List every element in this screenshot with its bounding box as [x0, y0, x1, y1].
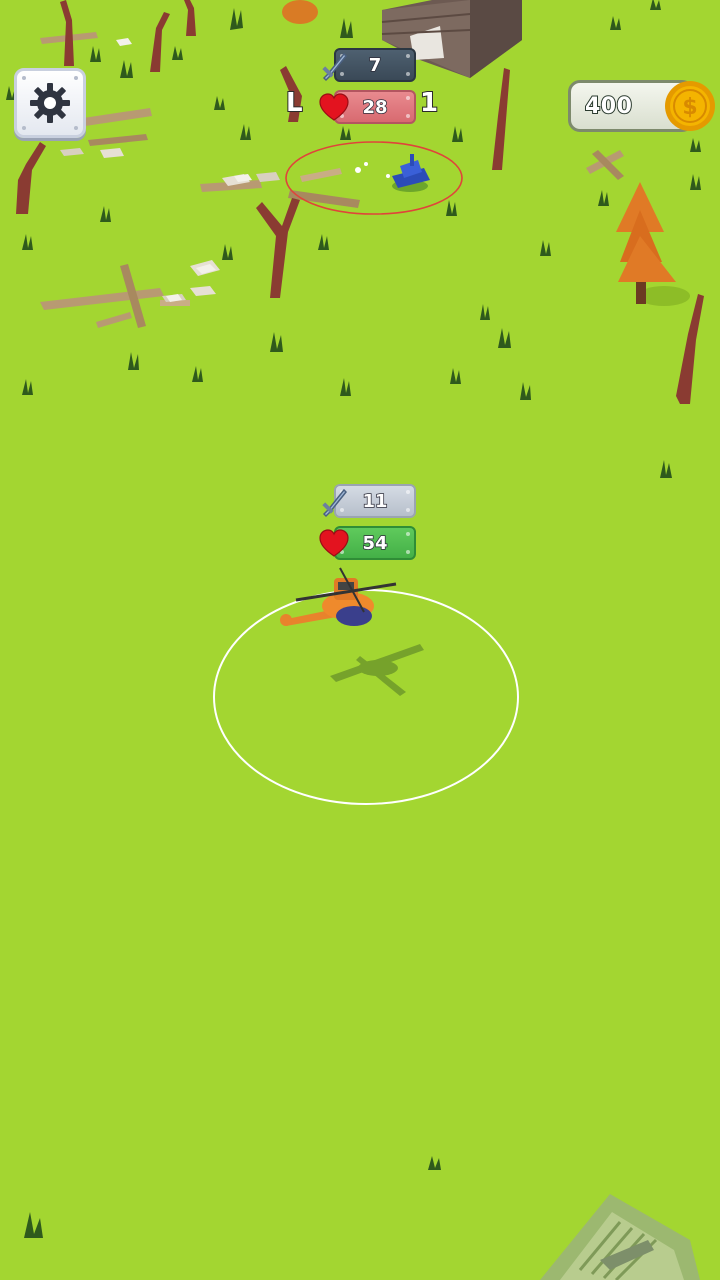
rivet [74, 76, 78, 80]
rivet [406, 72, 410, 76]
coin-amount: 400 [584, 93, 633, 120]
rivet [22, 76, 26, 80]
svg-text:$: $ [682, 95, 697, 120]
enemy-attack-value: 7 [368, 54, 382, 77]
heart-icon [319, 529, 349, 557]
rivet [406, 490, 410, 494]
bush-orange [282, 0, 318, 24]
settings-button[interactable] [14, 68, 86, 138]
rivet [406, 114, 410, 118]
player-attack-value: 11 [362, 490, 389, 513]
rivet [406, 532, 410, 536]
enemy-side-label-right: 1 [419, 87, 439, 119]
enemy-side-label-left: L [285, 87, 304, 119]
sword-icon [322, 488, 348, 518]
player-health-value: 54 [362, 532, 389, 555]
rivet [74, 126, 78, 130]
gear-icon [30, 83, 70, 123]
sword-icon [322, 52, 348, 82]
coin-counter: 400 $ [568, 80, 715, 132]
heart-icon [319, 93, 349, 121]
enemy-health-value: 28 [362, 96, 389, 119]
rivet [406, 508, 410, 512]
rivet [406, 550, 410, 554]
rivet [22, 126, 26, 130]
rivet [406, 54, 410, 58]
rivet [406, 96, 410, 100]
game-field[interactable] [0, 0, 720, 1280]
gold-coin-icon: $ [665, 81, 715, 131]
